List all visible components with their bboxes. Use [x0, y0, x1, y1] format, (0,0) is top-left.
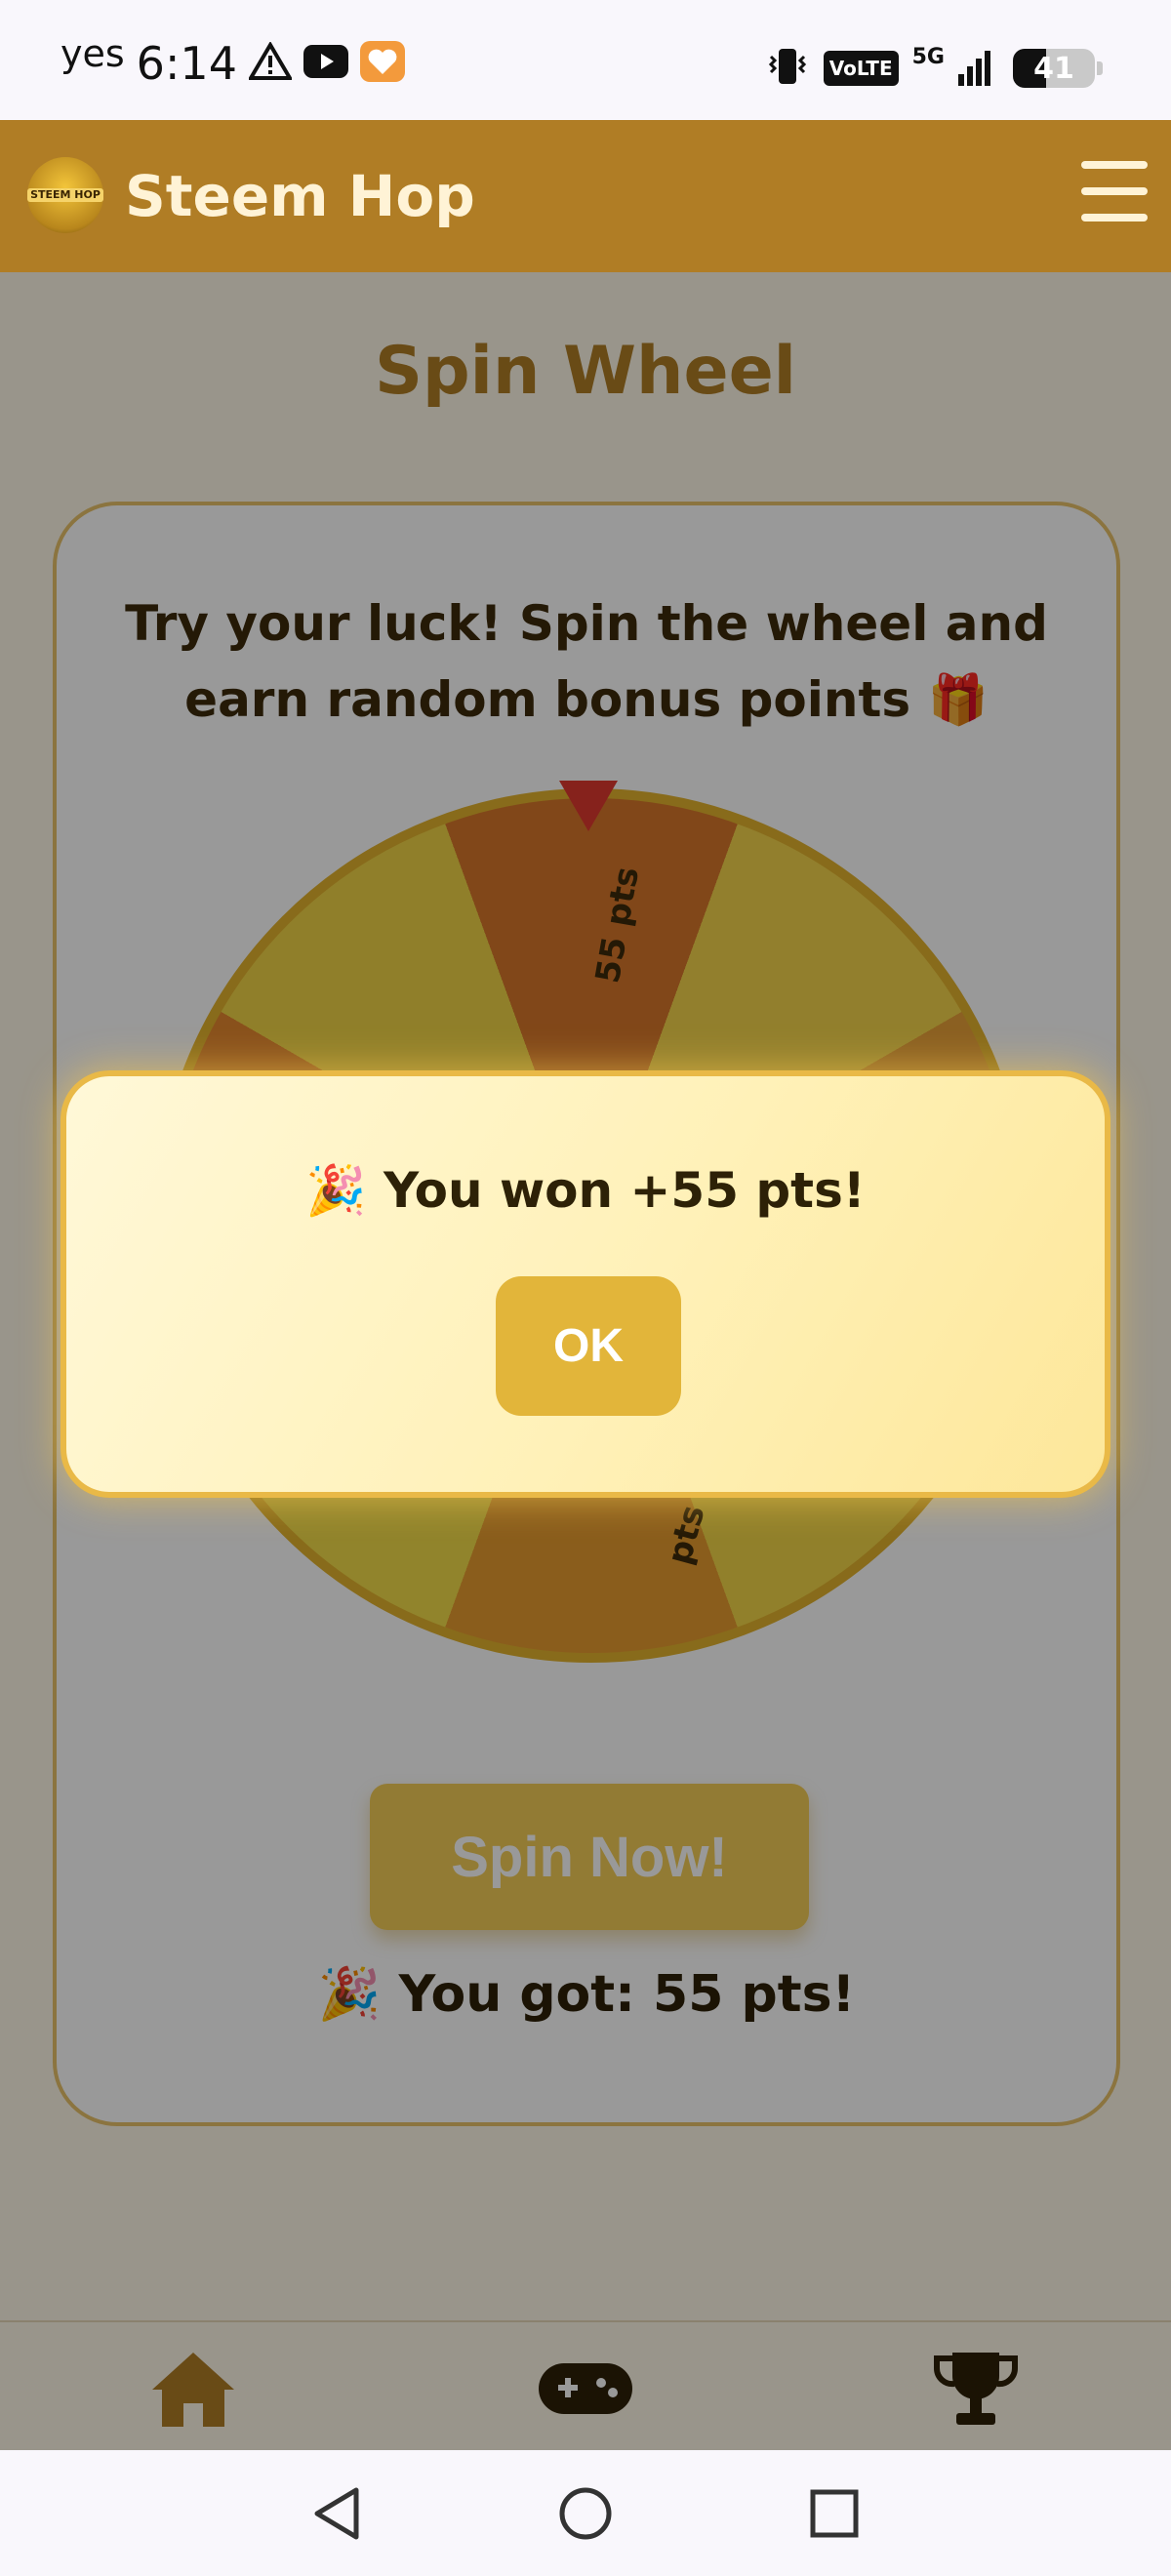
battery-indicator: 41: [1013, 49, 1095, 88]
status-left: yes 6:14: [61, 32, 405, 90]
network-type: 5G: [911, 44, 945, 69]
youtube-icon: [303, 45, 348, 82]
screen: yes 6:14 VoLTE 5G 41 STEEM HOP Steem Hop…: [0, 0, 1171, 2576]
vibrate-icon: [765, 47, 810, 90]
menu-line: [1081, 214, 1148, 221]
home-circle-icon[interactable]: [551, 2479, 620, 2548]
recents-icon[interactable]: [800, 2479, 868, 2548]
app-title: Steem Hop: [125, 163, 475, 229]
logo-text: STEEM HOP: [27, 188, 103, 202]
warning-icon: [247, 41, 294, 85]
system-navigation-bar: [0, 2450, 1171, 2576]
status-bar: yes 6:14 VoLTE 5G 41: [0, 0, 1171, 120]
menu-line: [1081, 187, 1148, 195]
status-right: VoLTE 5G 41: [765, 44, 1103, 90]
ok-button[interactable]: OK: [496, 1276, 681, 1416]
app-logo[interactable]: STEEM HOP: [27, 157, 103, 233]
volte-badge: VoLTE: [823, 51, 899, 86]
carrier-label: yes: [61, 32, 125, 75]
win-dialog: 🎉 You won +55 pts! OK: [61, 1070, 1110, 1498]
battery-level: 41: [1033, 51, 1074, 86]
win-message: 🎉 You won +55 pts!: [305, 1162, 866, 1219]
heart-app-icon: [359, 41, 405, 86]
clock: 6:14: [136, 37, 237, 90]
hamburger-menu-icon[interactable]: [1081, 161, 1148, 221]
back-icon[interactable]: [303, 2479, 371, 2548]
menu-line: [1081, 161, 1148, 169]
battery-tip: [1097, 61, 1103, 75]
signal-icon: [958, 47, 999, 90]
app-header: STEEM HOP Steem Hop: [0, 120, 1171, 272]
